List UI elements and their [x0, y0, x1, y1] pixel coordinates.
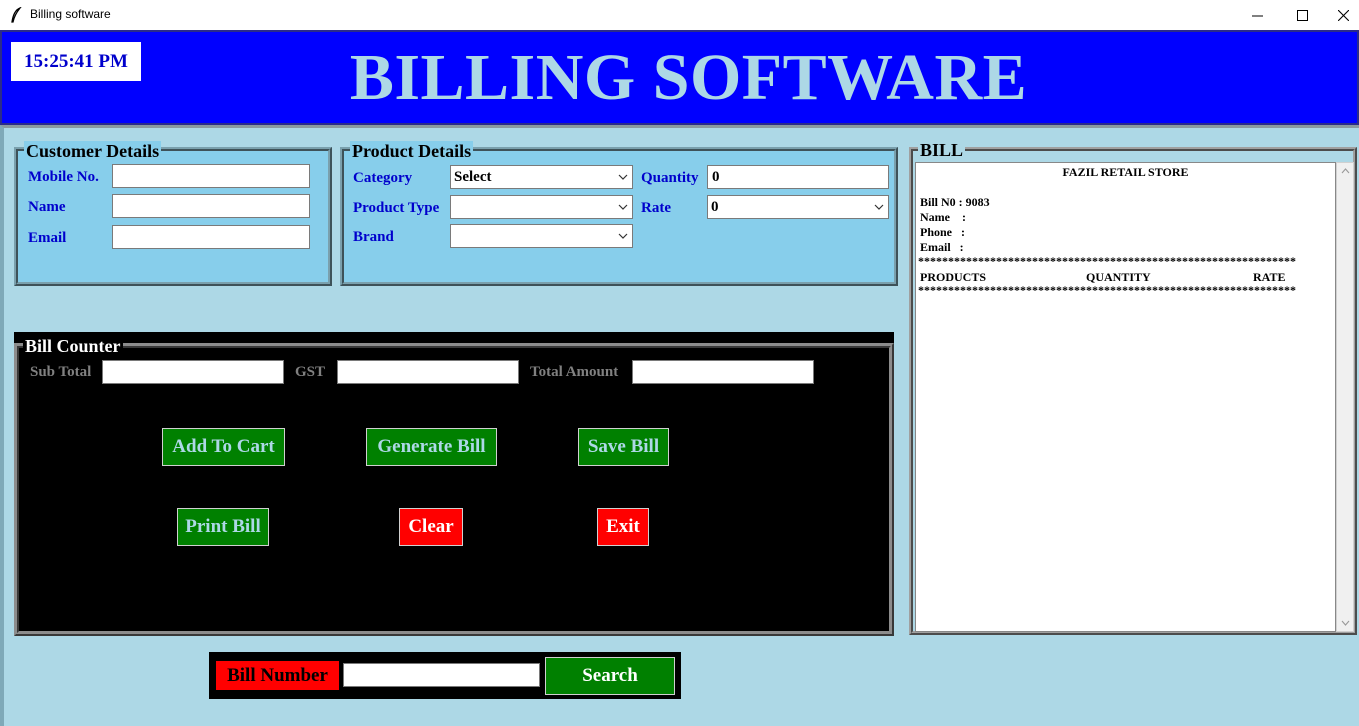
product-type-select[interactable] [450, 195, 633, 219]
quantity-input[interactable]: 0 [707, 165, 889, 189]
total-amount-label: Total Amount [530, 364, 619, 380]
close-icon [1337, 9, 1349, 21]
print-bill-button[interactable]: Print Bill [177, 508, 269, 546]
app-header: 15:25:41 PM BILLING SOFTWARE [0, 30, 1359, 125]
search-button[interactable]: Search [545, 657, 675, 695]
category-value: Select [454, 169, 492, 185]
category-label: Category [353, 170, 413, 186]
window-titlebar: Billing software [0, 0, 1359, 30]
mobile-input[interactable] [112, 164, 310, 188]
category-select[interactable]: Select [450, 165, 633, 189]
customer-details-heading: Customer Details [24, 141, 162, 161]
clear-button[interactable]: Clear [399, 508, 463, 546]
product-type-label: Product Type [353, 200, 440, 216]
bill-number-line: Bill N0 : 9083 [920, 195, 990, 209]
subtotal-input[interactable] [102, 360, 284, 384]
brand-select[interactable] [450, 224, 633, 248]
rate-select[interactable]: 0 [707, 195, 889, 219]
bill-heading: BILL [918, 140, 966, 160]
window-title: Billing software [30, 7, 111, 21]
exit-button[interactable]: Exit [597, 508, 649, 546]
bill-separator: ****************************************… [918, 254, 1296, 268]
chevron-down-icon [618, 233, 628, 239]
maximize-button[interactable] [1279, 0, 1325, 30]
bill-text-area[interactable]: FAZIL RETAIL STORE Bill N0 : 9083 Name :… [915, 162, 1336, 632]
total-amount-input[interactable] [632, 360, 814, 384]
bill-counter-frame: Bill Counter [14, 336, 894, 636]
save-bill-button[interactable]: Save Bill [578, 428, 669, 466]
name-label: Name [28, 199, 66, 215]
page-title: BILLING SOFTWARE [349, 41, 1028, 114]
email-input[interactable] [112, 225, 310, 249]
maximize-icon [1296, 9, 1308, 21]
rate-label: Rate [641, 200, 671, 216]
generate-bill-button[interactable]: Generate Bill [366, 428, 497, 466]
subtotal-label: Sub Total [30, 364, 92, 380]
gst-input[interactable] [337, 360, 519, 384]
bill-number-input[interactable] [343, 663, 540, 687]
bill-separator: ****************************************… [918, 283, 1296, 297]
bill-shop-name: FAZIL RETAIL STORE [1062, 165, 1189, 179]
product-details-heading: Product Details [350, 141, 474, 161]
scroll-down-icon[interactable] [1341, 620, 1350, 626]
minimize-icon [1251, 15, 1263, 16]
chevron-down-icon [618, 204, 628, 210]
chevron-down-icon [618, 174, 628, 180]
bill-counter-heading: Bill Counter [23, 336, 123, 356]
feather-icon [11, 7, 22, 23]
bill-phone-line: Phone : [920, 225, 965, 239]
name-input[interactable] [112, 194, 310, 218]
gst-label: GST [295, 364, 326, 380]
minimize-button[interactable] [1234, 0, 1280, 30]
rate-value: 0 [711, 199, 719, 215]
bill-name-line: Name : [920, 210, 966, 224]
chevron-down-icon [874, 204, 884, 210]
brand-label: Brand [353, 229, 394, 245]
add-to-cart-button[interactable]: Add To Cart [162, 428, 285, 466]
bill-scrollbar[interactable] [1336, 162, 1354, 632]
scroll-up-icon[interactable] [1341, 168, 1350, 174]
mobile-label: Mobile No. [28, 169, 99, 185]
bill-email-line: Email : [920, 240, 964, 254]
email-label: Email [28, 230, 67, 246]
quantity-label: Quantity [641, 170, 699, 186]
bill-number-label: Bill Number [216, 661, 339, 690]
close-button[interactable] [1320, 0, 1359, 30]
